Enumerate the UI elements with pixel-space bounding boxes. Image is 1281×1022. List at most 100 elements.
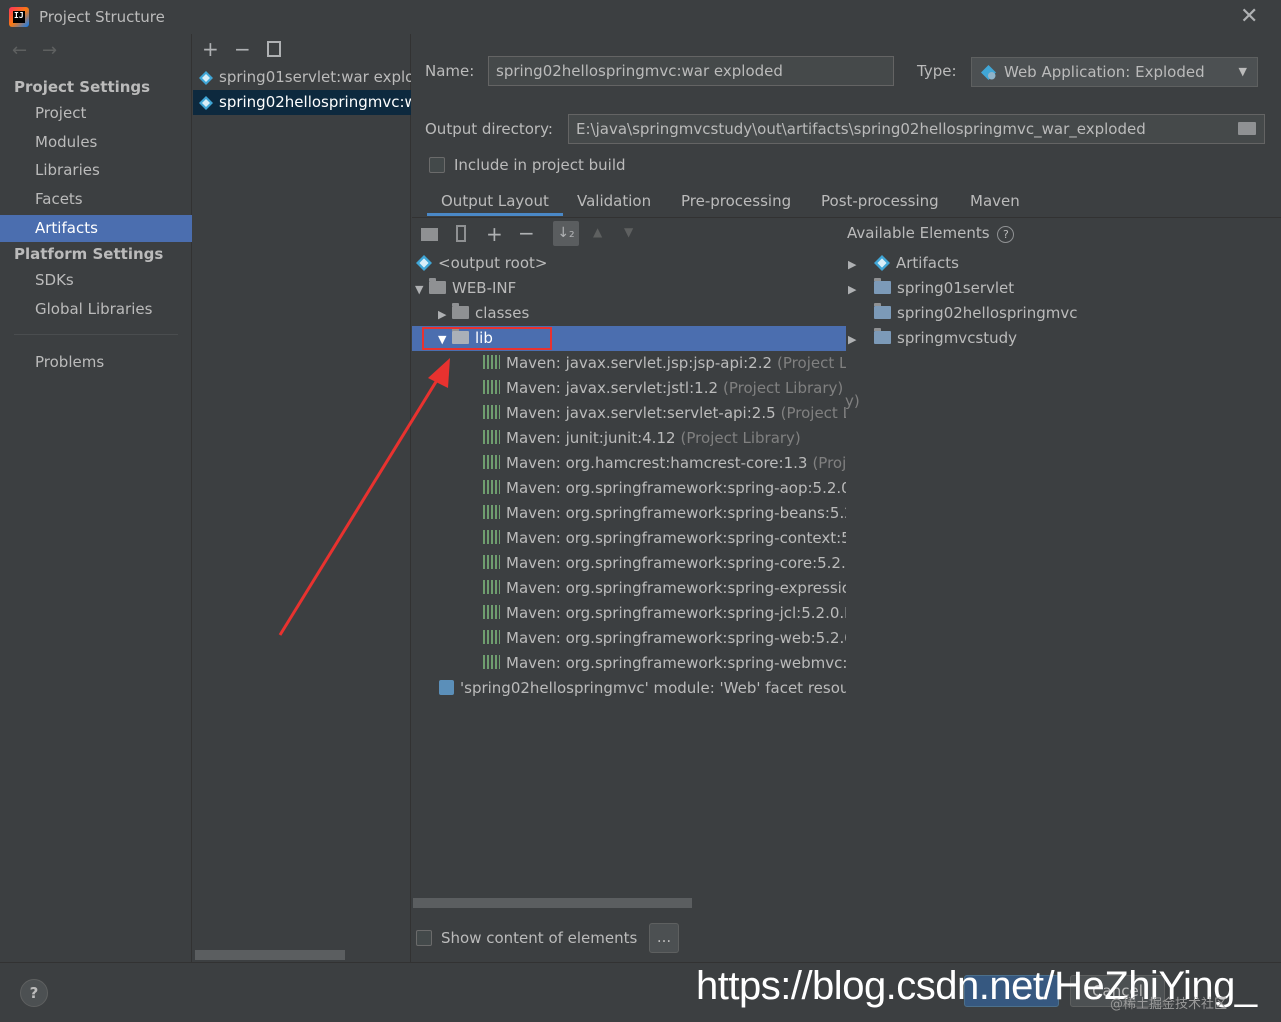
- more-button[interactable]: ...: [649, 923, 679, 953]
- tree-row-web-inf[interactable]: ▼ WEB-INF: [412, 276, 846, 301]
- tree-row-output-root[interactable]: <output root>: [412, 251, 846, 276]
- tab-validation[interactable]: Validation: [577, 186, 651, 216]
- annotation-highlight-box: [422, 327, 552, 350]
- library-name: Maven: org.springframework:spring-jcl:5.…: [506, 604, 846, 622]
- copy-icon[interactable]: [267, 41, 281, 57]
- tree-row-classes[interactable]: ▶ classes: [412, 301, 846, 326]
- artifact-icon: [874, 255, 890, 271]
- web-inf-label: WEB-INF: [452, 279, 517, 297]
- nav-item-libraries[interactable]: Libraries: [0, 157, 192, 184]
- help-icon[interactable]: ?: [997, 226, 1015, 243]
- library-icon: [483, 455, 500, 469]
- project-settings-header: Project Settings: [14, 78, 151, 96]
- overflow-suffix: y): [845, 392, 860, 410]
- expand-arrow-icon[interactable]: ▼: [415, 277, 429, 301]
- library-name: Maven: org.springframework:spring-expres…: [506, 579, 846, 597]
- tree-row-library[interactable]: Maven: org.springframework:spring-contex…: [412, 526, 846, 551]
- nav-item-sdks[interactable]: SDKs: [0, 267, 192, 294]
- output-root-icon: [416, 255, 432, 271]
- nav-item-global-libraries[interactable]: Global Libraries: [0, 296, 192, 323]
- tree-row-library[interactable]: Maven: org.springframework:spring-web:5.…: [412, 626, 846, 651]
- tree-row-library[interactable]: Maven: org.springframework:spring-jcl:5.…: [412, 601, 846, 626]
- library-icon: [483, 405, 500, 419]
- available-elements-tree: ▶ Artifacts ▶ spring01servlet spring02hell…: [848, 251, 1278, 351]
- output-directory-input[interactable]: E:\java\springmvcstudy\out\artifacts\spr…: [568, 114, 1265, 144]
- library-scope: (Project Library): [723, 379, 844, 397]
- remove-element-icon[interactable]: −: [518, 221, 535, 245]
- collapse-arrow-icon[interactable]: ▶: [848, 252, 862, 276]
- tab-maven[interactable]: Maven: [970, 186, 1020, 216]
- back-arrow-icon[interactable]: ←: [12, 40, 27, 61]
- library-name: Maven: org.springframework:spring-web:5.…: [506, 629, 846, 647]
- available-row-module[interactable]: spring02hellospringmvc: [848, 301, 1278, 326]
- classes-label: classes: [475, 304, 530, 322]
- nav-item-problems[interactable]: Problems: [0, 349, 192, 376]
- tree-row-library[interactable]: Maven: org.hamcrest:hamcrest-core:1.3 (Pr…: [412, 451, 846, 476]
- tab-post-processing[interactable]: Post-processing: [821, 186, 939, 216]
- library-name: Maven: org.springframework:spring-beans:…: [506, 504, 846, 522]
- nav-divider: [14, 334, 178, 335]
- browse-folder-icon[interactable]: [1238, 122, 1256, 135]
- platform-settings-header: Platform Settings: [14, 245, 164, 263]
- output-root-label: <output root>: [438, 254, 548, 272]
- nav-item-project[interactable]: Project: [0, 100, 192, 127]
- library-icon: [483, 480, 500, 494]
- library-name: Maven: javax.servlet.jsp:jsp-api:2.2: [506, 354, 773, 372]
- collapse-arrow-icon[interactable]: ▶: [848, 327, 862, 351]
- available-row-module[interactable]: ▶ springmvcstudy: [848, 326, 1278, 351]
- new-directory-icon[interactable]: [421, 228, 438, 241]
- close-icon[interactable]: ✕: [1240, 4, 1258, 29]
- tabs-divider: [412, 217, 1281, 218]
- tree-row-library[interactable]: Maven: org.springframework:spring-expres…: [412, 576, 846, 601]
- available-row-artifacts[interactable]: ▶ Artifacts: [848, 251, 1278, 276]
- library-name: Maven: org.springframework:spring-aop:5.…: [506, 479, 846, 497]
- watermark-small: @稀土掘金技术社区: [1110, 997, 1228, 1012]
- tree-scrollbar[interactable]: [413, 898, 692, 908]
- nav-item-facets[interactable]: Facets: [0, 186, 192, 213]
- library-name: Maven: org.springframework:spring-webmvc…: [506, 654, 846, 672]
- forward-arrow-icon[interactable]: →: [42, 40, 57, 61]
- output-directory-label: Output directory:: [425, 120, 553, 138]
- tree-row-library[interactable]: Maven: org.springframework:spring-core:5…: [412, 551, 846, 576]
- name-input[interactable]: spring02hellospringmvc:war exploded: [488, 56, 894, 86]
- collapse-arrow-icon[interactable]: ▶: [438, 302, 452, 326]
- include-build-checkbox[interactable]: [429, 157, 445, 173]
- tab-output-layout[interactable]: Output Layout: [427, 186, 563, 216]
- tree-row-library[interactable]: Maven: org.springframework:spring-webmvc…: [412, 651, 846, 676]
- available-label: spring02hellospringmvc: [897, 304, 1078, 322]
- library-name: Maven: javax.servlet:servlet-api:2.5: [506, 404, 776, 422]
- artifact-item[interactable]: spring01servlet:war exploded: [193, 65, 411, 90]
- type-select[interactable]: Web Application: Exploded ▼: [971, 57, 1258, 87]
- tree-row-library[interactable]: Maven: org.springframework:spring-beans:…: [412, 501, 846, 526]
- remove-icon[interactable]: −: [234, 37, 251, 61]
- nav-item-artifacts[interactable]: Artifacts: [0, 215, 192, 242]
- module-icon: [874, 278, 891, 294]
- tree-row-library[interactable]: Maven: junit:junit:4.12 (Project Library): [412, 426, 846, 451]
- nav-item-modules[interactable]: Modules: [0, 129, 192, 156]
- tree-row-library[interactable]: Maven: javax.servlet:jstl:1.2 (Project Li…: [412, 376, 846, 401]
- sort-icon[interactable]: ↓₂: [553, 221, 579, 246]
- include-build-label: Include in project build: [454, 156, 626, 174]
- add-icon[interactable]: +: [202, 37, 219, 61]
- library-icon: [483, 630, 500, 644]
- tree-row-library[interactable]: Maven: javax.servlet.jsp:jsp-api:2.2 (Pro…: [412, 351, 846, 376]
- tree-row-library[interactable]: Maven: org.springframework:spring-aop:5.…: [412, 476, 846, 501]
- move-up-icon[interactable]: ▲: [593, 225, 602, 239]
- tab-pre-processing[interactable]: Pre-processing: [681, 186, 791, 216]
- tree-row-library[interactable]: Maven: javax.servlet:servlet-api:2.5 (Pro…: [412, 401, 846, 426]
- artifact-icon: [199, 71, 213, 85]
- list-scrollbar[interactable]: [195, 950, 345, 960]
- annotation-arrow: [278, 358, 450, 636]
- artifact-item-selected[interactable]: spring02hellospringmvc:war exploded: [193, 90, 411, 115]
- help-button[interactable]: ?: [20, 979, 48, 1007]
- library-scope: (Project Libr: [777, 354, 846, 372]
- library-name: Maven: org.springframework:spring-contex…: [506, 529, 846, 547]
- add-element-icon[interactable]: +: [486, 222, 503, 246]
- move-down-icon[interactable]: ▼: [624, 225, 633, 239]
- new-archive-icon[interactable]: [456, 225, 466, 242]
- collapse-arrow-icon[interactable]: ▶: [848, 277, 862, 301]
- show-content-checkbox[interactable]: [416, 930, 432, 946]
- available-row-module[interactable]: ▶ spring01servlet: [848, 276, 1278, 301]
- folder-icon: [429, 278, 446, 294]
- tree-row-facet-resource[interactable]: 'spring02hellospringmvc' module: 'Web' f…: [412, 676, 846, 701]
